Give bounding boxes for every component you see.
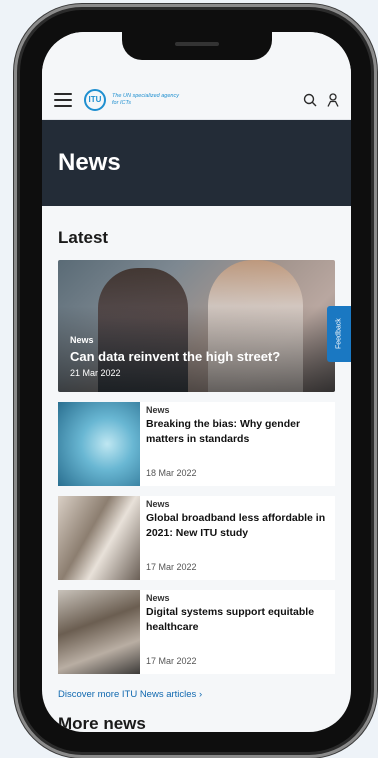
news-card-body: News Breaking the bias: Why gender matte… [140, 402, 335, 486]
news-card-body: News Global broadband less affordable in… [140, 496, 335, 580]
discover-more-link[interactable]: Discover more ITU News articles › [58, 689, 335, 700]
search-icon[interactable] [303, 93, 317, 107]
news-date: 18 Mar 2022 [146, 468, 197, 478]
news-category: News [146, 405, 170, 415]
featured-date: 21 Mar 2022 [70, 368, 121, 378]
top-navigation: ITU The UN specialized agency for ICTs [42, 80, 351, 120]
nav-icons [303, 92, 339, 107]
news-card[interactable]: News Breaking the bias: Why gender matte… [58, 402, 335, 486]
featured-category: News [70, 335, 94, 345]
news-thumbnail [58, 590, 140, 674]
news-category: News [146, 593, 170, 603]
news-date: 17 Mar 2022 [146, 562, 197, 572]
featured-article[interactable]: News Can data reinvent the high street? … [58, 260, 335, 392]
news-thumbnail [58, 496, 140, 580]
feedback-tab[interactable]: Feedback [327, 306, 351, 362]
phone-frame: ITU The UN specialized agency for ICTs N… [20, 10, 371, 752]
user-icon[interactable] [327, 92, 339, 107]
notch [121, 32, 272, 60]
news-title[interactable]: Global broadband less affordable in 2021… [146, 511, 329, 541]
page-banner: News [42, 120, 351, 206]
news-thumbnail [58, 402, 140, 486]
main-content: Latest News Can data reinvent the high s… [42, 228, 351, 732]
news-title[interactable]: Breaking the bias: Why gender matters in… [146, 417, 329, 447]
tagline: The UN specialized agency for ICTs [112, 92, 179, 106]
featured-title[interactable]: Can data reinvent the high street? [70, 349, 280, 365]
news-card[interactable]: News Global broadband less affordable in… [58, 496, 335, 580]
news-date: 17 Mar 2022 [146, 656, 197, 666]
more-news-heading: More news [58, 714, 146, 732]
news-category: News [146, 499, 170, 509]
device-screen: ITU The UN specialized agency for ICTs N… [42, 32, 351, 732]
speaker [174, 42, 219, 46]
hamburger-menu-icon[interactable] [54, 92, 72, 107]
news-card[interactable]: News Digital systems support equitable h… [58, 590, 335, 674]
featured-text: News Can data reinvent the high street? … [70, 335, 280, 378]
news-title[interactable]: Digital systems support equitable health… [146, 605, 329, 635]
itu-logo[interactable]: ITU [84, 88, 106, 111]
latest-heading: Latest [58, 228, 109, 247]
page-title: News [58, 149, 121, 176]
news-card-body: News Digital systems support equitable h… [140, 590, 335, 674]
